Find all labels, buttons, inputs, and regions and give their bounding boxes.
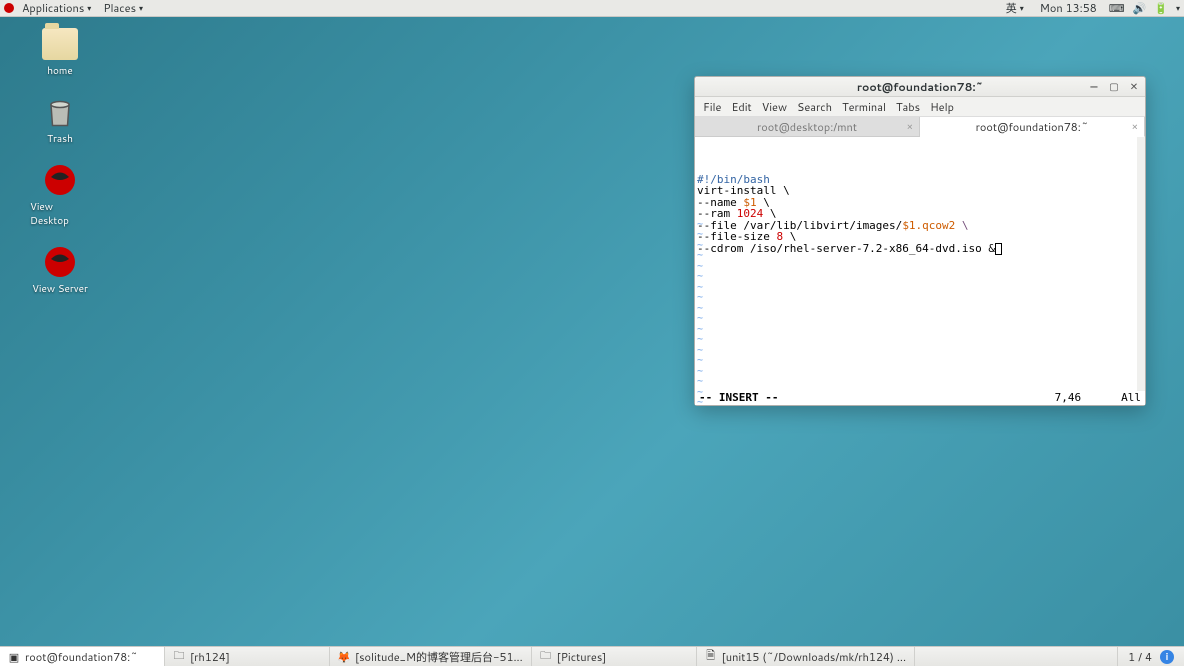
minimize-button[interactable]: — xyxy=(1087,80,1101,94)
terminal-icon: ▣ xyxy=(8,651,20,663)
taskbar-item-0[interactable]: ▣ root@foundation78:~ xyxy=(0,647,165,666)
notification-icon[interactable]: i xyxy=(1160,650,1174,664)
ime-label: 英 xyxy=(1006,0,1017,16)
vim-mode: -- INSERT -- xyxy=(699,392,778,404)
workspace-label: 1 / 4 xyxy=(1128,649,1152,665)
tab-label: root@foundation78:~ xyxy=(976,119,1089,135)
text-cursor xyxy=(995,243,1002,255)
window-titlebar[interactable]: root@foundation78:~ — ▢ ✕ xyxy=(695,77,1145,97)
taskbar-item-1[interactable]: 🗀 [rh124] xyxy=(165,647,330,666)
applications-menu[interactable]: Applications ▾ xyxy=(18,0,95,16)
menu-search[interactable]: Search xyxy=(797,99,832,115)
menu-terminal[interactable]: Terminal xyxy=(842,99,886,115)
desktop-icon-label: View Server xyxy=(32,282,88,296)
workspace-indicator[interactable]: 1 / 4 i xyxy=(1117,647,1184,666)
redhat-icon xyxy=(42,246,78,278)
desktop-icon-view-server[interactable]: View Server xyxy=(30,246,90,296)
taskbar-item-4[interactable]: 🗎 [unit15 (~/Downloads/mk/rh124) ... xyxy=(697,647,915,666)
doc-icon: 🗎 xyxy=(705,651,717,663)
maximize-button[interactable]: ▢ xyxy=(1107,80,1121,94)
menu-view[interactable]: View xyxy=(762,99,787,115)
caret-down-icon: ▾ xyxy=(139,2,143,14)
folder-icon xyxy=(42,28,78,60)
terminal-window: root@foundation78:~ — ▢ ✕ File Edit View Se… xyxy=(694,76,1146,406)
menubar: File Edit View Search Terminal Tabs Help xyxy=(695,97,1145,117)
desktop-icon-label: View Desktop xyxy=(30,200,90,228)
places-label: Places xyxy=(103,0,136,16)
window-title: root@foundation78:~ xyxy=(857,79,983,95)
taskbar-item-2[interactable]: 🦊 [solitude_M的博客管理后台-51... xyxy=(330,647,532,666)
file-icon: 🗀 xyxy=(173,651,185,663)
accessibility-icon[interactable]: ⌨ xyxy=(1109,0,1125,16)
places-menu[interactable]: Places ▾ xyxy=(99,0,147,16)
volume-icon[interactable]: 🔊 xyxy=(1133,0,1147,16)
ime-indicator[interactable]: 英 ▾ xyxy=(1002,0,1028,16)
taskbar-item-label: [solitude_M的博客管理后台-51... xyxy=(355,649,523,665)
menu-tabs[interactable]: Tabs xyxy=(896,99,920,115)
caret-down-icon: ▾ xyxy=(1020,2,1024,14)
tab-close-icon[interactable]: × xyxy=(907,120,913,134)
clock-label: Mon 13:58 xyxy=(1040,0,1097,16)
desktop-icon-trash[interactable]: Trash xyxy=(30,96,90,146)
vim-percent: All xyxy=(1121,392,1141,404)
taskbar-item-3[interactable]: 🗀 [Pictures] xyxy=(532,647,697,666)
clock[interactable]: Mon 13:58 xyxy=(1036,0,1101,16)
menu-help[interactable]: Help xyxy=(930,99,954,115)
tab-label: root@desktop:/mnt xyxy=(757,119,857,135)
taskbar-item-label: root@foundation78:~ xyxy=(25,649,138,665)
close-button[interactable]: ✕ xyxy=(1127,80,1141,94)
terminal-tab-0[interactable]: root@desktop:/mnt × xyxy=(695,117,920,136)
scrollbar-vertical[interactable] xyxy=(1137,137,1145,391)
taskbar-item-label: [rh124] xyxy=(190,649,230,665)
distributor-logo-icon xyxy=(4,3,14,13)
terminal-tab-1[interactable]: root@foundation78:~ × xyxy=(920,117,1145,137)
vim-position: 7,46 xyxy=(1055,392,1082,404)
caret-down-icon: ▾ xyxy=(87,2,91,14)
file-icon: 🗀 xyxy=(540,651,552,663)
top-panel: Applications ▾ Places ▾ 英 ▾ Mon 13:58 ⌨ … xyxy=(0,0,1184,17)
menu-edit[interactable]: Edit xyxy=(731,99,751,115)
system-menu-caret-icon[interactable]: ▾ xyxy=(1176,2,1180,14)
taskbar-item-label: [unit15 (~/Downloads/mk/rh124) ... xyxy=(722,649,906,665)
applications-label: Applications xyxy=(22,0,84,16)
desktop-icon-label: Trash xyxy=(47,132,73,146)
desktop-icon-label: home xyxy=(47,64,73,78)
trash-icon xyxy=(42,96,78,128)
redhat-icon xyxy=(42,164,78,196)
desktop-icon-home[interactable]: home xyxy=(30,28,90,78)
taskbar-item-label: [Pictures] xyxy=(557,649,607,665)
menu-file[interactable]: File xyxy=(703,99,721,115)
battery-icon[interactable]: 🔋 xyxy=(1154,0,1168,16)
tab-close-icon[interactable]: × xyxy=(1132,120,1138,134)
terminal-body[interactable]: #!/bin/bash virt-install \ --name $1 \ -… xyxy=(695,137,1145,405)
bottom-taskbar: ▣ root@foundation78:~ 🗀 [rh124] 🦊 [solitude_M… xyxy=(0,646,1184,666)
desktop-icon-view-desktop[interactable]: View Desktop xyxy=(30,164,90,228)
firefox-icon: 🦊 xyxy=(338,651,350,663)
terminal-tabbar: root@desktop:/mnt × root@foundation78:~ × xyxy=(695,117,1145,137)
desktop-icons: home Trash View Desktop View Server xyxy=(30,28,90,296)
vim-status-line: -- INSERT -- 7,46 All xyxy=(695,391,1145,405)
